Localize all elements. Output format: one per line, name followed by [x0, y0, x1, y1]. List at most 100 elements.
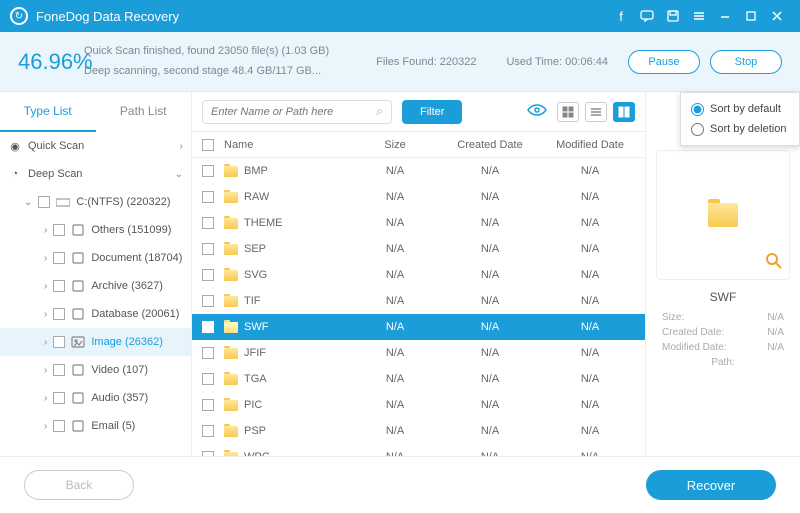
table-row[interactable]: SWFN/AN/AN/A — [192, 314, 645, 340]
chevron-right-icon: › — [180, 141, 183, 152]
progress-circle-icon: ◔ — [8, 167, 22, 181]
row-created: N/A — [440, 243, 540, 255]
status-line1: Quick Scan finished, found 23050 file(s)… — [84, 42, 376, 62]
sidebar-item[interactable]: ›Audio (357) — [0, 384, 191, 412]
view-list-button[interactable] — [585, 102, 607, 122]
col-name[interactable]: Name — [220, 139, 350, 151]
menu-icon[interactable] — [686, 0, 712, 32]
table-row[interactable]: TGAN/AN/AN/A — [192, 366, 645, 392]
sidebar-drive-c[interactable]: ⌄ C:(NTFS) (220322) — [0, 188, 191, 216]
sidebar-deep-scan[interactable]: ◔ Deep Scan ⌄ — [0, 160, 191, 188]
row-modified: N/A — [540, 425, 640, 437]
checkbox[interactable] — [202, 243, 214, 255]
app-title: FoneDog Data Recovery — [36, 9, 179, 24]
table-row[interactable]: BMPN/AN/AN/A — [192, 158, 645, 184]
maximize-button[interactable] — [738, 0, 764, 32]
sidebar-quick-scan[interactable]: ◉ Quick Scan › — [0, 132, 191, 160]
sidebar-item[interactable]: ›Document (18704) — [0, 244, 191, 272]
search-box[interactable]: ⌕ — [202, 100, 392, 124]
save-icon[interactable] — [660, 0, 686, 32]
search-input[interactable] — [211, 106, 376, 118]
table-row[interactable]: PICN/AN/AN/A — [192, 392, 645, 418]
folder-icon — [224, 218, 238, 229]
row-created: N/A — [440, 269, 540, 281]
table-row[interactable]: TIFN/AN/AN/A — [192, 288, 645, 314]
checkbox[interactable] — [202, 321, 214, 333]
checkbox[interactable] — [53, 252, 65, 264]
checkbox-all[interactable] — [202, 139, 214, 151]
checkbox[interactable] — [53, 420, 65, 432]
table-header: Name Size Created Date Modified Date — [192, 132, 645, 158]
search-icon[interactable]: ⌕ — [376, 104, 383, 119]
chevron-right-icon: › — [44, 421, 47, 432]
feedback-icon[interactable] — [634, 0, 660, 32]
table-row[interactable]: PSPN/AN/AN/A — [192, 418, 645, 444]
col-created[interactable]: Created Date — [440, 139, 540, 151]
row-modified: N/A — [540, 295, 640, 307]
row-size: N/A — [350, 165, 440, 177]
checkbox[interactable] — [38, 196, 50, 208]
checkbox[interactable] — [53, 392, 65, 404]
category-icon — [71, 419, 85, 433]
row-modified: N/A — [540, 269, 640, 281]
facebook-icon[interactable]: f — [608, 0, 634, 32]
app-logo-icon: ↻ — [10, 7, 28, 25]
sidebar-item[interactable]: ›Image (26362) — [0, 328, 191, 356]
sidebar-item[interactable]: ›Database (20061) — [0, 300, 191, 328]
folder-icon — [224, 166, 238, 177]
view-detail-button[interactable] — [613, 102, 635, 122]
table-row[interactable]: RAWN/AN/AN/A — [192, 184, 645, 210]
checkbox[interactable] — [202, 347, 214, 359]
tab-type-list[interactable]: Type List — [0, 92, 96, 132]
sidebar-item[interactable]: ›Video (107) — [0, 356, 191, 384]
row-size: N/A — [350, 217, 440, 229]
magnify-icon[interactable] — [765, 252, 783, 273]
sidebar-item-label: Archive (3627) — [91, 280, 183, 292]
col-modified[interactable]: Modified Date — [540, 139, 640, 151]
sidebar-item[interactable]: › Email (5) — [0, 412, 191, 440]
checkbox[interactable] — [202, 373, 214, 385]
row-created: N/A — [440, 451, 540, 456]
files-found: Files Found: 220322 — [376, 56, 476, 68]
recover-button[interactable]: Recover — [646, 470, 776, 500]
filter-button[interactable]: Filter — [402, 100, 462, 124]
checkbox[interactable] — [202, 191, 214, 203]
row-modified: N/A — [540, 217, 640, 229]
sort-deletion-option[interactable]: Sort by deletion — [691, 119, 789, 139]
checkbox[interactable] — [202, 217, 214, 229]
tab-path-list[interactable]: Path List — [96, 92, 192, 132]
close-button[interactable] — [764, 0, 790, 32]
table-row[interactable]: SEPN/AN/AN/A — [192, 236, 645, 262]
checkbox[interactable] — [53, 224, 65, 236]
sort-default-option[interactable]: Sort by default — [691, 99, 789, 119]
checkbox[interactable] — [202, 399, 214, 411]
titlebar: ↻ FoneDog Data Recovery f — [0, 0, 800, 32]
checkbox[interactable] — [53, 280, 65, 292]
sidebar-item-label: Email (5) — [91, 420, 183, 432]
stop-button[interactable]: Stop — [710, 50, 782, 74]
checkbox[interactable] — [202, 295, 214, 307]
row-created: N/A — [440, 373, 540, 385]
sidebar-item[interactable]: ›Archive (3627) — [0, 272, 191, 300]
row-size: N/A — [350, 269, 440, 281]
table-row[interactable]: THEMEN/AN/AN/A — [192, 210, 645, 236]
view-grid-button[interactable] — [557, 102, 579, 122]
checkbox[interactable] — [53, 364, 65, 376]
checkbox[interactable] — [202, 451, 214, 456]
checkbox[interactable] — [53, 308, 65, 320]
checkbox[interactable] — [202, 269, 214, 281]
table-row[interactable]: SVGN/AN/AN/A — [192, 262, 645, 288]
col-size[interactable]: Size — [350, 139, 440, 151]
checkbox[interactable] — [202, 165, 214, 177]
minimize-button[interactable] — [712, 0, 738, 32]
sidebar-item[interactable]: ›Others (151099) — [0, 216, 191, 244]
back-button[interactable]: Back — [24, 470, 134, 500]
preview-toggle-icon[interactable] — [527, 103, 547, 120]
pause-button[interactable]: Pause — [628, 50, 700, 74]
row-modified: N/A — [540, 347, 640, 359]
row-created: N/A — [440, 191, 540, 203]
checkbox[interactable] — [53, 336, 65, 348]
table-row[interactable]: WPGN/AN/AN/A — [192, 444, 645, 456]
checkbox[interactable] — [202, 425, 214, 437]
table-row[interactable]: JFIFN/AN/AN/A — [192, 340, 645, 366]
